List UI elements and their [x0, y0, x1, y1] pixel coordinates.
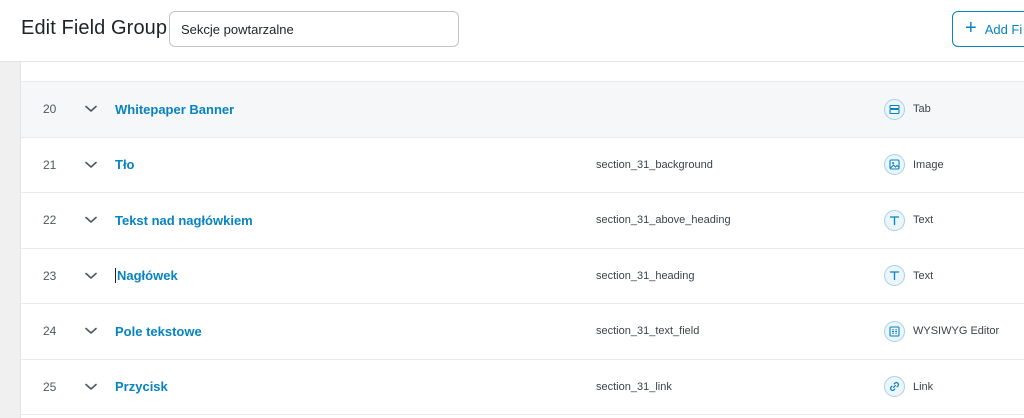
field-order: 23 — [43, 268, 57, 283]
field-order: 20 — [43, 102, 57, 117]
add-field-label: Add Fi — [984, 21, 1023, 37]
field-type-label: Image — [913, 158, 944, 171]
field-label[interactable]: Przycisk — [115, 360, 168, 415]
top-bar: Edit Field Group + Add Fi — [0, 0, 1024, 62]
field-label[interactable]: Tekst nad nagłówkiem — [115, 193, 253, 248]
admin-sidebar-edge — [0, 62, 21, 418]
field-label-text: Nagłówek — [117, 268, 178, 284]
field-label[interactable]: Nagłówek — [115, 249, 178, 304]
image-icon — [884, 154, 905, 176]
field-order: 22 — [43, 213, 57, 228]
chevron-down-icon[interactable] — [85, 193, 97, 248]
plus-icon: + — [965, 17, 977, 39]
field-name: section_31_text_field — [596, 325, 700, 338]
text-icon — [884, 209, 905, 231]
link-icon — [884, 376, 905, 398]
field-type: Tab — [884, 82, 931, 137]
tab-icon — [884, 98, 905, 120]
field-type: Text — [884, 249, 933, 304]
chevron-down-icon[interactable] — [85, 249, 97, 304]
field-row[interactable]: 25 Przycisk section_31_link Link — [21, 359, 1024, 415]
field-type: Text — [884, 193, 933, 248]
add-field-button[interactable]: + Add Fi — [952, 11, 1024, 47]
field-label[interactable]: Pole tekstowe — [115, 304, 202, 359]
field-order: 24 — [43, 324, 57, 339]
field-name: section_31_heading — [596, 269, 695, 282]
chevron-down-icon[interactable] — [85, 360, 97, 415]
page-title: Edit Field Group — [21, 17, 168, 39]
field-row[interactable]: 24 Pole tekstowe section_31_text_field W… — [21, 304, 1024, 360]
text-cursor — [115, 268, 116, 284]
chevron-down-icon[interactable] — [85, 304, 97, 359]
field-order: 25 — [43, 379, 57, 394]
field-type: Link — [884, 360, 933, 415]
chevron-down-icon[interactable] — [85, 138, 97, 193]
field-name: section_31_background — [596, 158, 713, 171]
list-top-spacer — [21, 62, 1024, 82]
field-order: 21 — [43, 157, 57, 172]
field-type: Image — [884, 138, 944, 193]
text-icon — [884, 265, 905, 287]
field-type-label: Text — [913, 214, 934, 227]
field-row[interactable]: 21 Tło section_31_background Image — [21, 137, 1024, 193]
field-label[interactable]: Whitepaper Banner — [115, 82, 234, 137]
wysiwyg-icon — [884, 320, 905, 342]
field-name: section_31_link — [596, 380, 672, 393]
field-type: WYSIWYG Editor — [884, 304, 999, 359]
field-type-label: WYSIWYG Editor — [913, 325, 1000, 338]
fields-list: 20 Whitepaper Banner Tab 21 Tło section_… — [21, 62, 1024, 418]
field-name: section_31_above_heading — [596, 214, 731, 227]
field-type-label: Text — [913, 269, 934, 282]
field-label[interactable]: Tło — [115, 138, 135, 193]
field-row[interactable]: 23 Nagłówek section_31_heading Text — [21, 248, 1024, 304]
field-row[interactable]: 20 Whitepaper Banner Tab — [21, 82, 1024, 138]
field-type-label: Link — [913, 380, 934, 393]
field-type-label: Tab — [913, 103, 931, 116]
field-group-title-input[interactable] — [169, 11, 459, 47]
chevron-down-icon[interactable] — [85, 82, 97, 137]
field-row[interactable]: 22 Tekst nad nagłówkiem section_31_above… — [21, 193, 1024, 249]
